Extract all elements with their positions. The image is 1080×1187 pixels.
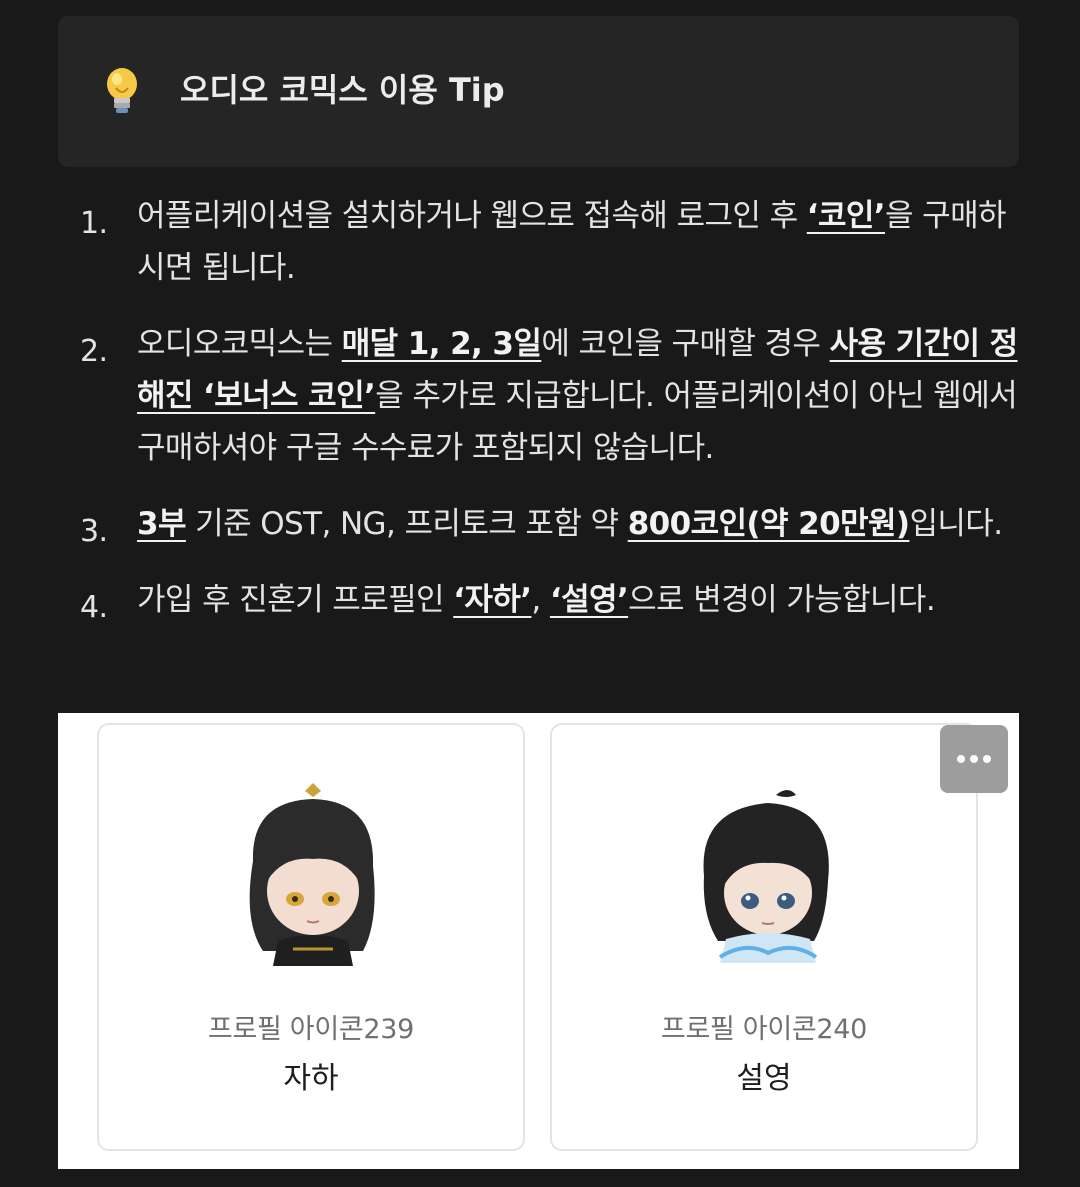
more-horizontal-icon [983, 755, 991, 763]
tip-callout: 오디오 코믹스 이용 Tip [58, 16, 1019, 167]
avatar [703, 790, 829, 963]
list-number: 1. [80, 206, 108, 241]
emphasis-text: 3부 [137, 506, 186, 542]
list-item: 1. 어플리케이션을 설치하거나 웹으로 접속해 로그인 후 ‘코인’을 구매하… [58, 190, 1020, 294]
list-item: 4. 가입 후 진혼기 프로필인 ‘자하’, ‘설영’으로 변경이 가능합니다. [58, 574, 1020, 626]
profile-icons-panel: 프로필 아이콘239 자하 프로필 아이콘240 설영 [58, 713, 1019, 1169]
list-item: 2. 오디오코믹스는 매달 1, 2, 3일에 코인을 구매할 경우 사용 기간… [58, 318, 1020, 474]
tip-text: 가입 후 진혼기 프로필인 [137, 582, 454, 618]
profile-icon-label: 프로필 아이콘239 [207, 1014, 415, 1045]
list-item-text: 오디오코믹스는 매달 1, 2, 3일에 코인을 구매할 경우 사용 기간이 정… [137, 326, 1018, 466]
more-horizontal-icon [970, 755, 978, 763]
tip-text: 어플리케이션을 설치하거나 웹으로 접속해 로그인 후 [137, 198, 807, 234]
profile-icon-label: 프로필 아이콘240 [660, 1014, 868, 1045]
profile-character-name: 자하 [283, 1061, 339, 1096]
profile-card[interactable]: 프로필 아이콘240 설영 [550, 723, 978, 1151]
emphasis-text: ‘코인’ [806, 198, 886, 234]
more-options-button[interactable] [940, 725, 1008, 793]
list-number: 3. [80, 514, 108, 549]
tip-text: 입니다. [909, 506, 1003, 542]
list-item-text: 가입 후 진혼기 프로필인 ‘자하’, ‘설영’으로 변경이 가능합니다. [137, 582, 936, 618]
list-number: 2. [80, 334, 108, 369]
list-number: 4. [80, 590, 108, 625]
emphasis-text: 매달 1, 2, 3일 [341, 326, 542, 362]
avatar [249, 783, 375, 966]
page: 오디오 코믹스 이용 Tip 1. 어플리케이션을 설치하거나 웹으로 접속해 … [0, 0, 1080, 1187]
tips-list: 1. 어플리케이션을 설치하거나 웹으로 접속해 로그인 후 ‘코인’을 구매하… [58, 190, 1020, 650]
tip-text: , [531, 582, 550, 618]
lightbulb-icon [107, 68, 137, 113]
list-item-text: 어플리케이션을 설치하거나 웹으로 접속해 로그인 후 ‘코인’을 구매하시면 … [137, 198, 1007, 286]
list-item-text: 3부 기준 OST, NG, 프리토크 포함 약 800코인(약 20만원)입니… [137, 506, 1003, 542]
tip-text: 기준 OST, NG, 프리토크 포함 약 [185, 506, 628, 542]
profile-character-name: 설영 [736, 1061, 792, 1096]
emphasis-text: ‘설영’ [549, 582, 629, 618]
profile-card[interactable]: 프로필 아이콘239 자하 [97, 723, 525, 1151]
tip-text: 으로 변경이 가능합니다. [628, 582, 936, 618]
more-horizontal-icon [957, 755, 965, 763]
tip-text: 에 코인을 구매할 경우 [541, 326, 830, 362]
emphasis-text: ‘자하’ [453, 582, 532, 618]
emphasis-text: 800코인(약 20만원) [627, 506, 910, 542]
list-item: 3. 3부 기준 OST, NG, 프리토크 포함 약 800코인(약 20만원… [58, 498, 1020, 550]
tip-text: 오디오코믹스는 [137, 326, 342, 362]
callout-title: 오디오 코믹스 이용 Tip [180, 71, 505, 109]
